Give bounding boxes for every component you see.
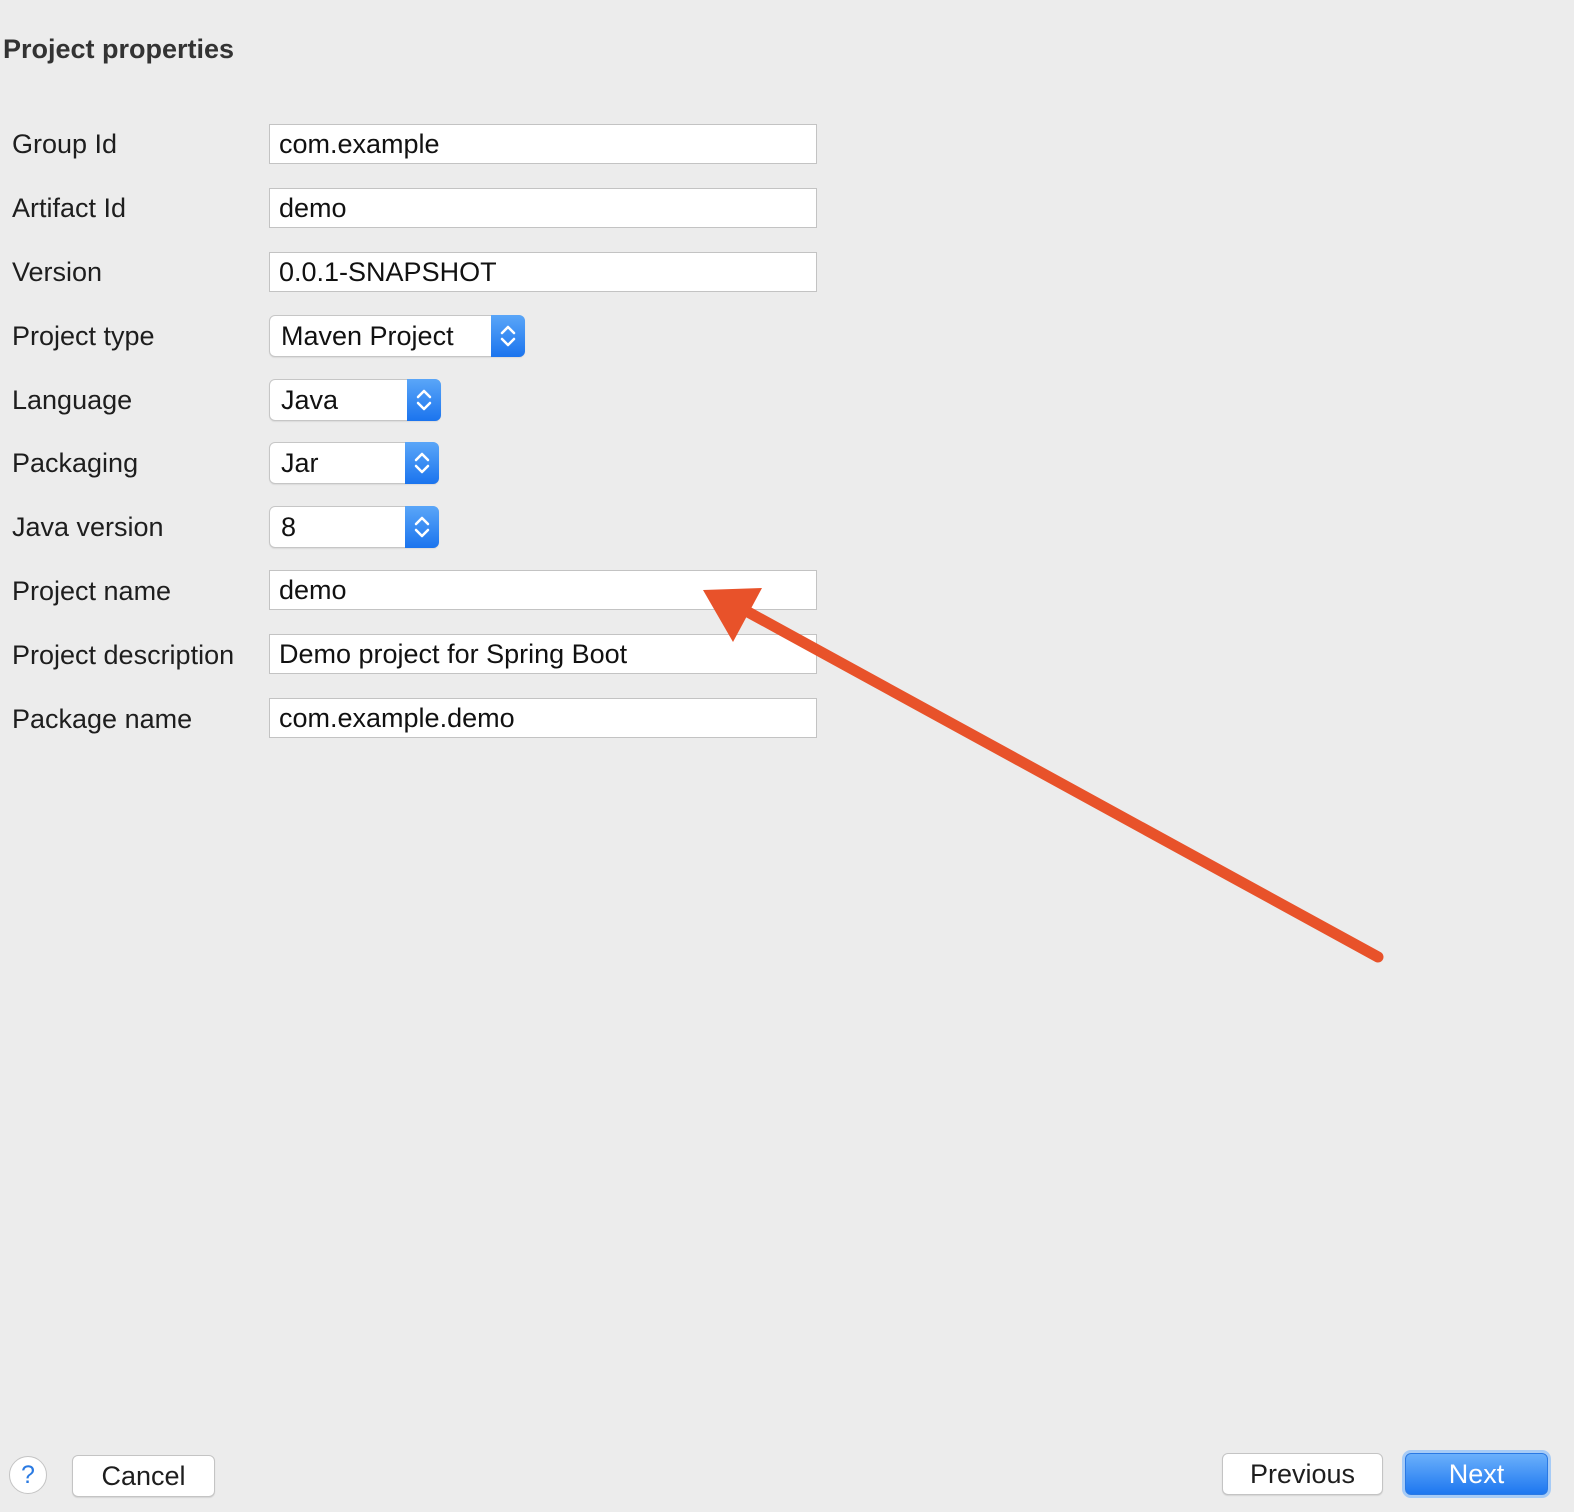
packaging-select[interactable]: Jar xyxy=(269,442,439,484)
package-name-field[interactable] xyxy=(269,698,817,738)
language-value: Java xyxy=(281,385,339,415)
stepper-icon xyxy=(407,379,441,421)
stepper-icon xyxy=(405,506,439,548)
stepper-icon xyxy=(405,442,439,484)
project-type-label: Project type xyxy=(12,321,155,351)
java-version-select[interactable]: 8 xyxy=(269,506,439,548)
group-id-field[interactable] xyxy=(269,124,817,164)
page-title: Project properties xyxy=(3,34,235,64)
packaging-value: Jar xyxy=(281,448,319,478)
group-id-label: Group Id xyxy=(12,129,118,159)
version-field[interactable] xyxy=(269,252,817,292)
next-button[interactable]: Next xyxy=(1405,1453,1548,1495)
packaging-label: Packaging xyxy=(12,448,139,478)
project-name-label: Project name xyxy=(12,576,172,606)
stepper-icon xyxy=(491,315,525,357)
project-type-value: Maven Project xyxy=(281,321,454,351)
java-version-value: 8 xyxy=(281,512,297,542)
language-select[interactable]: Java xyxy=(269,379,441,421)
project-description-field[interactable] xyxy=(269,634,817,674)
version-label: Version xyxy=(12,257,103,287)
artifact-id-label: Artifact Id xyxy=(12,193,127,223)
language-label: Language xyxy=(12,385,133,415)
project-name-field[interactable] xyxy=(269,570,817,610)
java-version-label: Java version xyxy=(12,512,164,542)
project-description-label: Project description xyxy=(12,640,235,670)
artifact-id-field[interactable] xyxy=(269,188,817,228)
project-type-select[interactable]: Maven Project xyxy=(269,315,525,357)
help-button[interactable]: ? xyxy=(9,1456,47,1494)
previous-button[interactable]: Previous xyxy=(1222,1453,1383,1495)
package-name-label: Package name xyxy=(12,704,193,734)
cancel-button[interactable]: Cancel xyxy=(72,1455,215,1497)
